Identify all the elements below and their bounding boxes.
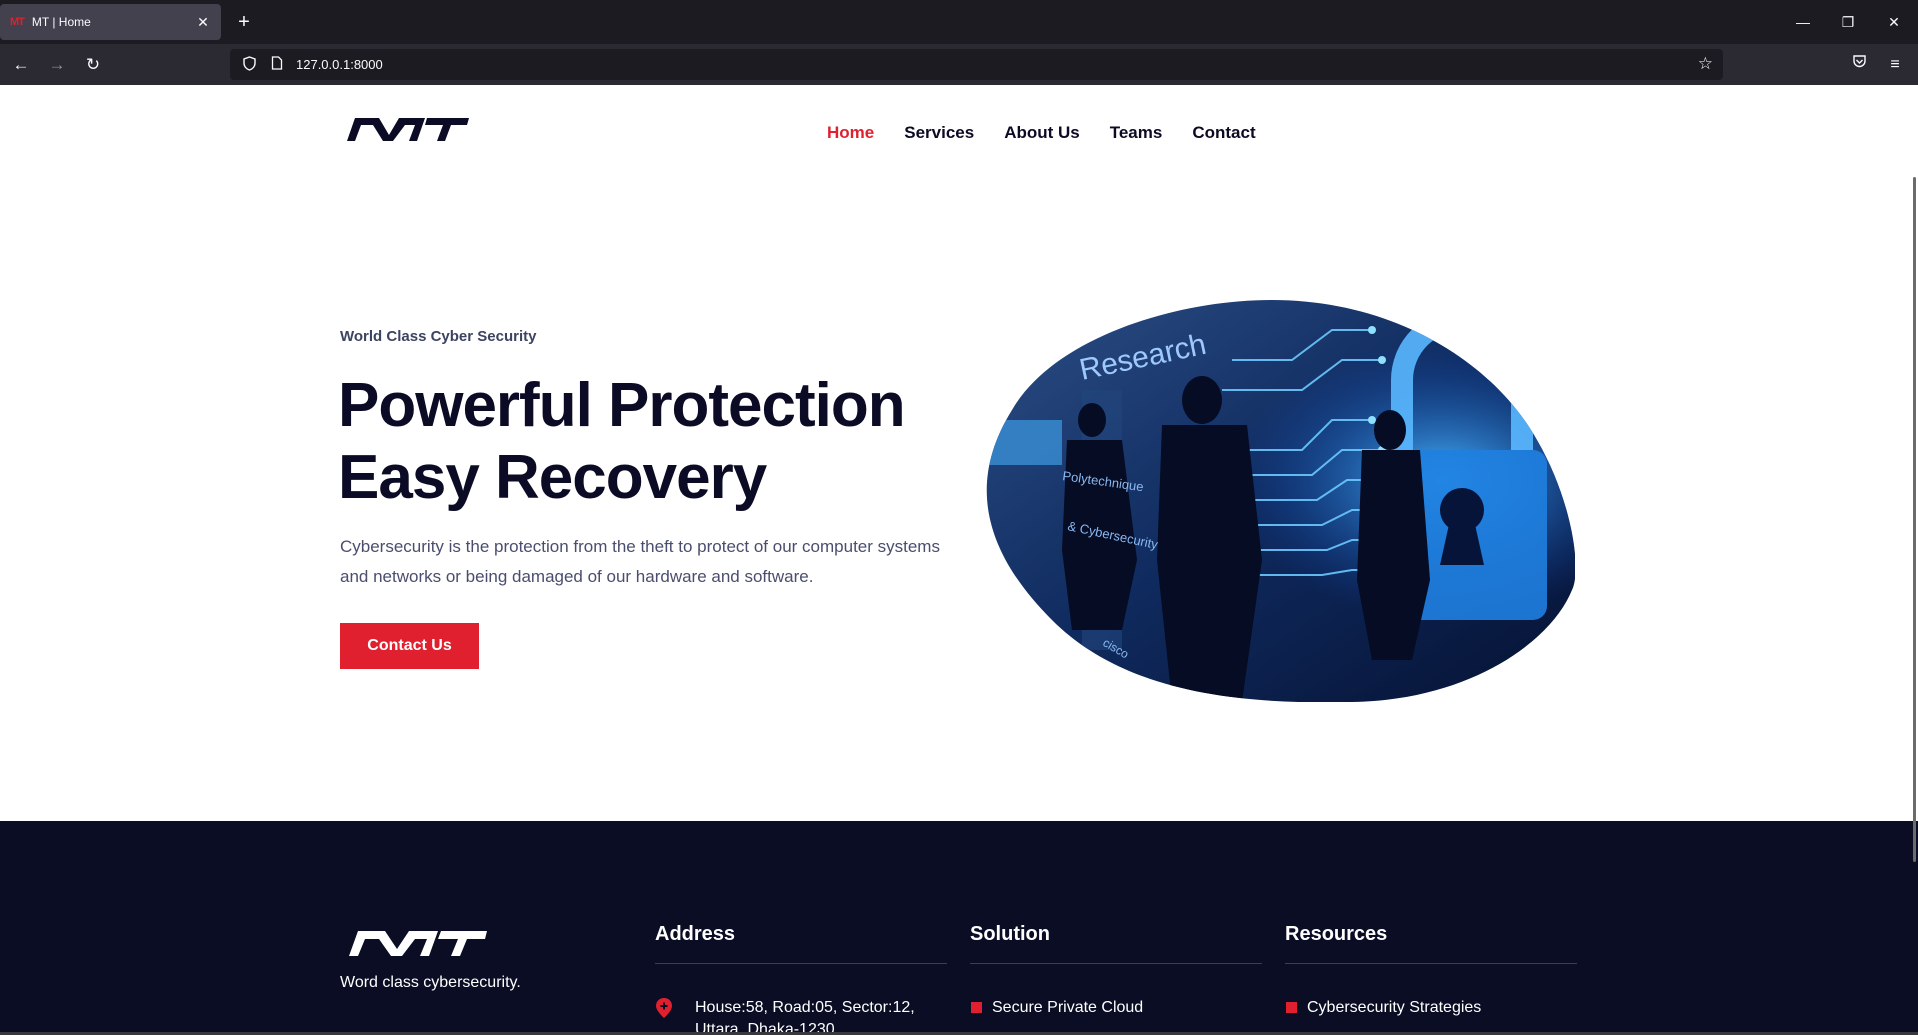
footer-solution-item[interactable]: Secure Private Cloud [970, 997, 1262, 1019]
site-favicon-icon: MT [10, 16, 25, 28]
nav-link-about-us[interactable]: About Us [1004, 123, 1080, 143]
nav-link-services[interactable]: Services [904, 123, 974, 143]
nav-link-home[interactable]: Home [827, 123, 874, 143]
close-window-icon[interactable]: ✕ [1882, 10, 1906, 34]
page-icon [266, 56, 288, 73]
menu-hamburger-icon[interactable]: ≡ [1882, 52, 1908, 78]
footer-solution-link[interactable]: Secure Private Cloud [992, 997, 1143, 1019]
contact-us-button[interactable]: Contact Us [340, 623, 479, 669]
reload-icon[interactable]: ↻ [80, 52, 106, 78]
restore-window-icon[interactable]: ❐ [1836, 10, 1860, 34]
site-footer: Word class cybersecurity. Address House:… [0, 821, 1918, 1035]
minimize-window-icon[interactable]: — [1791, 10, 1815, 34]
main-navigation: Home Services About Us Teams Contact [827, 123, 1256, 143]
hero-image: Research Polytechnique & Cybersecurity c… [986, 300, 1575, 702]
forward-arrow-icon[interactable]: → [44, 52, 70, 78]
nav-link-teams[interactable]: Teams [1110, 123, 1163, 143]
footer-resources-heading: Resources [1285, 923, 1577, 964]
bookmark-star-icon[interactable]: ☆ [1698, 54, 1713, 74]
footer-resources-column: Resources Cybersecurity Strategies [1285, 923, 1577, 1019]
square-bullet-icon [971, 1002, 982, 1013]
footer-address-heading: Address [655, 923, 947, 964]
hero-title-line-2: Easy Recovery [338, 443, 767, 512]
address-item: House:58, Road:05, Sector:12, Uttara, Dh… [655, 997, 947, 1035]
address-bar[interactable]: 127.0.0.1:8000 ☆ [230, 49, 1723, 80]
hero-title: Powerful Protection Easy Recovery [338, 370, 938, 514]
footer-solution-heading: Solution [970, 923, 1262, 964]
url-text: 127.0.0.1:8000 [296, 57, 383, 72]
footer-resources-link[interactable]: Cybersecurity Strategies [1307, 997, 1481, 1019]
hero-description: Cybersecurity is the protection from the… [340, 537, 940, 586]
browser-navigation-bar: ← → ↻ 127.0.0.1:8000 ☆ ≡ [0, 44, 1918, 85]
hero-title-line-1: Powerful Protection [338, 371, 906, 440]
location-pin-icon [655, 997, 683, 1026]
browser-tab[interactable]: MT MT | Home ✕ [0, 4, 221, 40]
browser-tab-bar: MT MT | Home ✕ + — ❐ ✕ [0, 0, 1918, 44]
nav-link-contact[interactable]: Contact [1192, 123, 1255, 143]
footer-logo[interactable] [347, 928, 489, 958]
square-bullet-icon [1286, 1002, 1297, 1013]
footer-resources-item[interactable]: Cybersecurity Strategies [1285, 997, 1577, 1019]
site-logo[interactable] [345, 115, 471, 143]
address-text: House:58, Road:05, Sector:12, Uttara, Dh… [695, 997, 935, 1035]
footer-address-column: Address House:58, Road:05, Sector:12, Ut… [655, 923, 947, 1035]
tab-title: MT | Home [31, 15, 91, 29]
address-line-1: House:58, Road:05, Sector:12, [695, 999, 915, 1016]
shield-icon[interactable] [238, 55, 260, 74]
hero-eyebrow: World Class Cyber Security [340, 328, 537, 345]
back-arrow-icon[interactable]: ← [8, 52, 34, 78]
page-scrollbar[interactable] [1913, 177, 1916, 862]
footer-solution-column: Solution Secure Private Cloud [970, 923, 1262, 1019]
close-tab-icon[interactable]: ✕ [195, 14, 211, 31]
page-viewport: Home Services About Us Teams Contact Wor… [0, 85, 1918, 1035]
pocket-icon[interactable] [1846, 52, 1872, 78]
new-tab-plus-icon[interactable]: + [232, 10, 256, 34]
footer-tagline: Word class cybersecurity. [340, 974, 521, 991]
